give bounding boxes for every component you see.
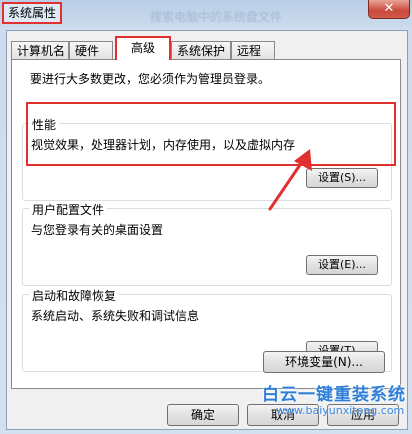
watermark-url: www.baiyunxitong.com — [276, 404, 405, 417]
ok-button[interactable]: 确定 — [167, 404, 239, 426]
system-properties-window: 系统属性 搜索电脑中的系统盘文件 ✕ 计算机名 硬件 高级 系统保护 远程 要进… — [0, 0, 412, 434]
user-profiles-group: 用户配置文件 与您登录有关的桌面设置 设置(E)... — [22, 201, 392, 286]
close-icon: ✕ — [383, 1, 395, 16]
dialog-client: 计算机名 硬件 高级 系统保护 远程 要进行大多数更改，您必须作为管理员登录。 … — [6, 30, 408, 430]
environment-variables-button[interactable]: 环境变量(N)... — [263, 351, 385, 373]
title-bar[interactable]: 系统属性 搜索电脑中的系统盘文件 ✕ — [0, 0, 412, 26]
window-title: 系统属性 — [2, 2, 63, 24]
startup-recovery-description: 系统启动、系统失败和调试信息 — [31, 309, 200, 323]
tab-remote[interactable]: 远程 — [231, 41, 275, 59]
watermark-title: 白云一键重装系统 — [262, 385, 406, 405]
background-window-title: 搜索电脑中的系统盘文件 — [150, 10, 283, 24]
startup-recovery-label: 启动和故障恢复 — [29, 287, 120, 304]
admin-notice: 要进行大多数更改，您必须作为管理员登录。 — [30, 72, 271, 86]
tab-computer-name[interactable]: 计算机名 — [11, 41, 69, 59]
watermark: 白云一键重装系统 www.baiyunxitong.com — [256, 380, 412, 434]
tab-advanced[interactable]: 高级 — [115, 36, 171, 60]
performance-highlight-box — [26, 102, 396, 166]
user-profiles-settings-button[interactable]: 设置(E)... — [306, 255, 378, 275]
user-profiles-label: 用户配置文件 — [29, 201, 108, 218]
tab-system-protection[interactable]: 系统保护 — [171, 41, 231, 59]
close-button[interactable]: ✕ — [368, 0, 410, 19]
red-arrow-icon — [268, 149, 312, 211]
user-profiles-description: 与您登录有关的桌面设置 — [31, 223, 164, 237]
tab-hardware[interactable]: 硬件 — [69, 41, 113, 59]
